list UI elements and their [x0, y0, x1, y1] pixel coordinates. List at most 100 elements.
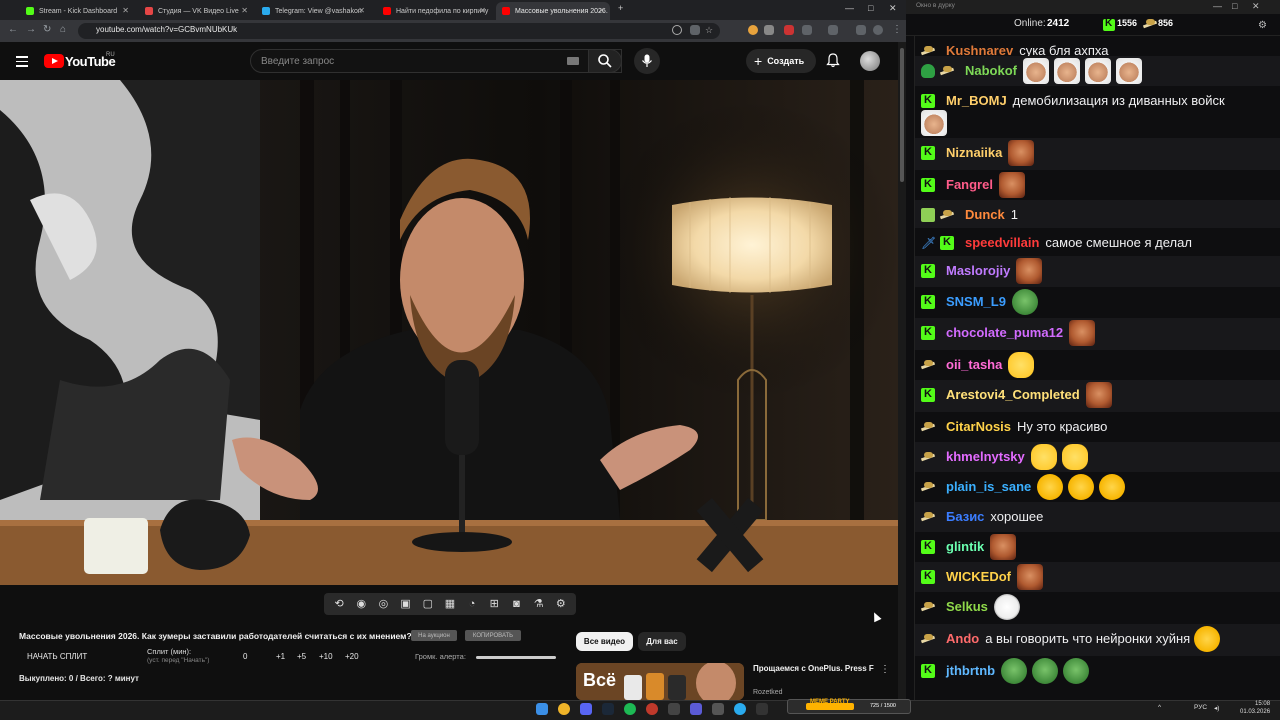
back-icon[interactable]: ←	[8, 24, 18, 35]
chat-message[interactable]: Fangrel	[915, 170, 1280, 200]
browser-tab[interactable]: Массовые увольнения 2026. К ✕	[496, 2, 610, 20]
chat-username[interactable]: Dunck	[965, 207, 1005, 222]
screenshot-icon[interactable]: ◙	[510, 598, 522, 610]
chat-message[interactable]: Mr_BOMJ демобилизация из диванных войск	[915, 86, 1280, 138]
chat-message[interactable]: plain_is_sane	[915, 472, 1280, 502]
volume-icon[interactable]: ◂)	[1214, 704, 1219, 712]
download-icon[interactable]	[828, 25, 838, 35]
chat-maximize-icon[interactable]: □	[1232, 1, 1237, 11]
app-icon[interactable]	[712, 703, 724, 715]
chat-username[interactable]: khmelnytsky	[946, 449, 1025, 464]
chat-message[interactable]: jthbrtnb	[915, 656, 1280, 686]
chat-message[interactable]: Базис хорошее	[915, 502, 1280, 532]
chat-message[interactable]: khmelnytsky	[915, 442, 1280, 472]
avatar[interactable]	[860, 51, 880, 71]
reload-icon[interactable]: ↻	[43, 24, 51, 35]
bookmark-star-icon[interactable]: ☆	[705, 25, 715, 35]
speed-icon[interactable]: ◔	[466, 598, 478, 610]
start-split-button[interactable]: НАЧАТЬ СПЛИТ	[27, 652, 87, 661]
more-options-icon[interactable]: ⋮	[880, 664, 890, 675]
extension-icon[interactable]	[764, 25, 774, 35]
chat-message[interactable]: glintik	[915, 532, 1280, 562]
voice-search-button[interactable]	[634, 48, 660, 74]
chat-close-icon[interactable]: ✕	[1252, 1, 1260, 12]
search-button[interactable]	[588, 49, 622, 73]
forward-icon[interactable]: →	[26, 24, 36, 35]
notifications-bell-icon[interactable]	[826, 53, 840, 68]
chat-username[interactable]: SNSM_L9	[946, 294, 1006, 309]
add-20-button[interactable]: +20	[345, 652, 359, 661]
scrollbar-thumb[interactable]	[900, 48, 904, 182]
chat-username[interactable]: Niznaiika	[946, 145, 1002, 160]
pip-icon[interactable]: ▢	[422, 598, 434, 610]
discord-icon[interactable]	[580, 703, 592, 715]
settings-gear-icon[interactable]: ⚙	[555, 598, 567, 610]
chip-all-videos[interactable]: Все видео	[576, 632, 633, 651]
chat-username[interactable]: Базис	[946, 509, 984, 524]
rotate-icon[interactable]: ⊞	[488, 598, 500, 610]
split-value[interactable]: 0	[243, 652, 247, 661]
chat-username[interactable]: jthbrtnb	[946, 663, 995, 678]
create-button[interactable]: + Создать	[746, 49, 816, 73]
eye-icon[interactable]: ◎	[377, 598, 389, 610]
chat-minimize-icon[interactable]: —	[1213, 1, 1222, 11]
extension-icon[interactable]	[748, 25, 758, 35]
chat-username[interactable]: CitarNosis	[946, 419, 1011, 434]
close-icon[interactable]: ✕	[889, 3, 897, 14]
chat-message[interactable]: chocolate_puma12	[915, 318, 1280, 350]
chat-username[interactable]: oii_tasha	[946, 357, 1002, 372]
add-10-button[interactable]: +10	[319, 652, 333, 661]
keyboard-language[interactable]: РУС	[1194, 704, 1207, 711]
auction-button[interactable]: На аукцион	[411, 630, 457, 641]
cinema-icon[interactable]: ▦	[444, 598, 456, 610]
video-player[interactable]	[0, 80, 898, 585]
chat-username[interactable]: Maslorojiy	[946, 263, 1010, 278]
browser-tab[interactable]: Stream - Kick Dashboard ✕	[20, 2, 134, 20]
clock[interactable]: 15:08 01.03.2026	[1240, 700, 1270, 716]
chat-message[interactable]: oii_tasha	[915, 350, 1280, 380]
start-icon[interactable]	[536, 703, 548, 715]
spotify-icon[interactable]	[624, 703, 636, 715]
youtube-logo-icon[interactable]	[44, 54, 64, 68]
tab-close-icon[interactable]: ✕	[598, 6, 605, 15]
keyboard-icon[interactable]	[567, 57, 579, 65]
telegram-icon[interactable]	[734, 703, 746, 715]
chat-message[interactable]: Arestovi4_Completed	[915, 380, 1280, 412]
chat-username[interactable]: Selkus	[946, 599, 988, 614]
browser-tab[interactable]: Telegram: View @vashakon ✕	[256, 2, 370, 20]
extension-icon[interactable]	[856, 25, 866, 35]
chat-username[interactable]: WICKEDof	[946, 569, 1011, 584]
profile-icon[interactable]	[873, 25, 883, 35]
chat-username[interactable]: Fangrel	[946, 177, 993, 192]
cast-icon[interactable]	[690, 25, 700, 35]
chat-message[interactable]: Niznaiika	[915, 138, 1280, 170]
chat-message[interactable]: WICKEDof	[915, 562, 1280, 592]
chrome-icon[interactable]	[558, 703, 570, 715]
flask-icon[interactable]: ⚗	[533, 598, 545, 610]
steam-icon[interactable]	[602, 703, 614, 715]
copy-button[interactable]: КОПИРОВАТЬ	[465, 630, 521, 641]
extensions-icon[interactable]	[802, 25, 812, 35]
tab-close-icon[interactable]: ✕	[358, 6, 365, 15]
minimize-icon[interactable]: —	[845, 3, 854, 13]
add-5-button[interactable]: +5	[297, 652, 306, 661]
extension-icon[interactable]	[784, 25, 794, 35]
tab-close-icon[interactable]: ✕	[479, 6, 486, 15]
menu-icon[interactable]	[16, 56, 28, 67]
browser-tab[interactable]: Найти педофила по кирпичу ✕	[377, 2, 491, 20]
app-icon[interactable]	[756, 703, 768, 715]
tab-close-icon[interactable]: ✕	[241, 6, 248, 15]
zoom-icon[interactable]	[672, 25, 682, 35]
chat-message[interactable]: SNSM_L9	[915, 287, 1280, 318]
tray-chevron-icon[interactable]: ^	[1158, 704, 1161, 711]
chat-username[interactable]: Nabokof	[965, 63, 1017, 78]
chat-username[interactable]: glintik	[946, 539, 984, 554]
app-icon[interactable]	[668, 703, 680, 715]
recommendation-title[interactable]: Прощаемся с OnePlus. Press F	[753, 663, 878, 674]
chat-message[interactable]: Maslorojiy	[915, 256, 1280, 287]
chat-message[interactable]: CitarNosis Ну это красиво	[915, 412, 1280, 442]
new-tab-icon[interactable]: +	[618, 3, 623, 13]
chat-username[interactable]: Mr_BOMJ	[946, 93, 1007, 108]
chat-message[interactable]: Nabokof	[915, 56, 1280, 86]
chat-username[interactable]: Arestovi4_Completed	[946, 387, 1080, 402]
